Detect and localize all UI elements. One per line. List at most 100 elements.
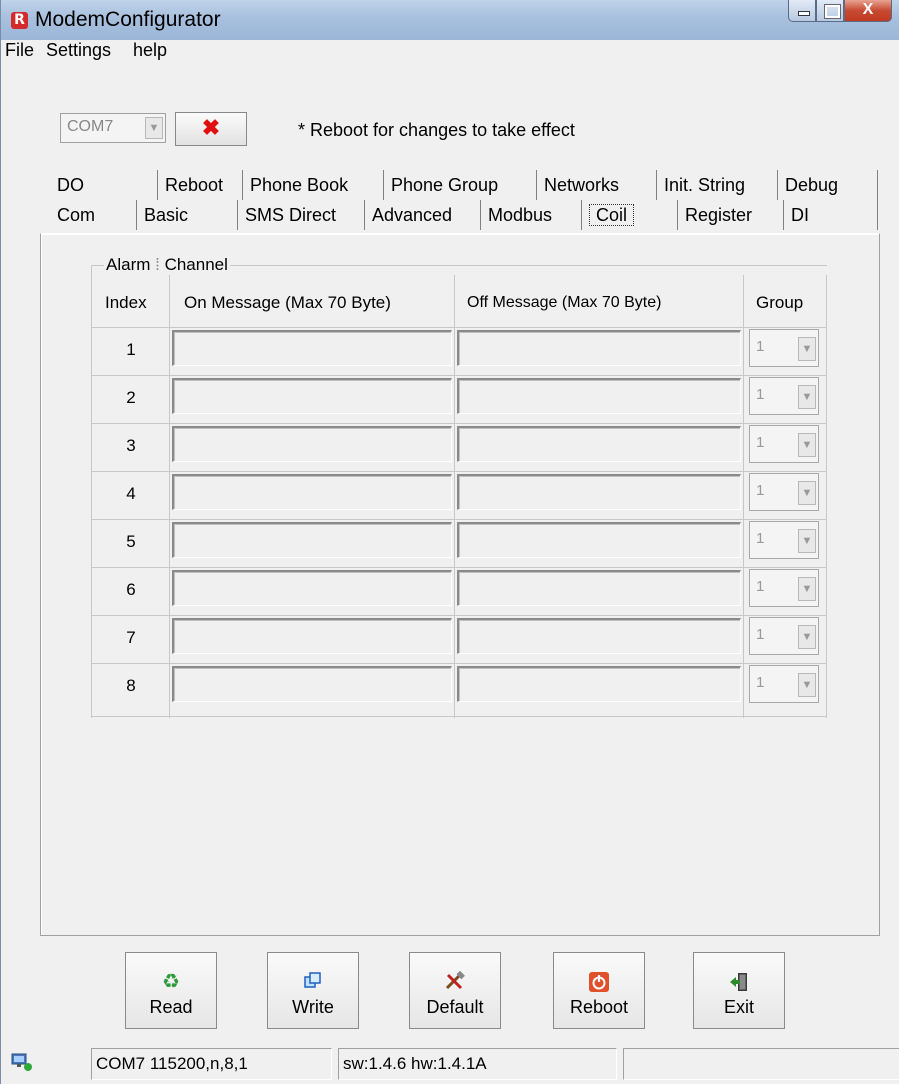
tab-di[interactable]: DI	[783, 200, 878, 230]
com-port-value: COM7	[67, 118, 114, 135]
menu-settings[interactable]: Settings	[44, 40, 113, 61]
off-message-input-4[interactable]	[457, 474, 741, 510]
column-divider	[826, 275, 827, 718]
tab-phone-group[interactable]: Phone Group	[383, 170, 536, 200]
menu-help[interactable]: help	[131, 40, 169, 61]
row-divider	[92, 471, 826, 472]
column-divider	[743, 275, 744, 718]
row-index-1: 1	[126, 340, 136, 359]
tab-advanced[interactable]: Advanced	[364, 200, 480, 230]
tab-com[interactable]: Com	[50, 200, 136, 230]
title-bar[interactable]: R ModemConfigurator X	[1, 0, 899, 40]
app-window: R ModemConfigurator X File Settings help…	[0, 0, 899, 1084]
com-port-select[interactable]: COM7 ▼	[60, 113, 166, 143]
on-message-input-4[interactable]	[172, 474, 452, 510]
group-select-8[interactable]: 1 ▼	[749, 665, 819, 703]
row-divider	[92, 663, 826, 664]
tab-sms-direct[interactable]: SMS Direct	[237, 200, 364, 230]
chevron-down-icon[interactable]: ▼	[798, 385, 816, 409]
tab-networks[interactable]: Networks	[536, 170, 656, 200]
app-logo-icon: R	[11, 12, 28, 29]
reboot-button[interactable]: Reboot	[553, 952, 645, 1029]
tab-register[interactable]: Register	[677, 200, 783, 230]
legend-alarm: Alarm	[106, 255, 151, 274]
row-divider	[92, 519, 826, 520]
chevron-down-icon[interactable]: ▼	[798, 433, 816, 457]
chevron-down-icon[interactable]: ▼	[798, 673, 816, 697]
read-button[interactable]: ♻ Read	[125, 952, 217, 1029]
chevron-down-icon[interactable]: ▼	[798, 481, 816, 505]
group-value: 1	[756, 386, 765, 403]
window-controls: X	[788, 0, 892, 22]
legend-channel: Channel	[164, 255, 228, 274]
tab-phone-book[interactable]: Phone Book	[242, 170, 383, 200]
tab-coil[interactable]: Coil	[581, 200, 677, 230]
row-index-2: 2	[126, 388, 136, 407]
group-value: 1	[756, 482, 765, 499]
off-message-input-7[interactable]	[457, 618, 741, 654]
chevron-down-icon[interactable]: ▼	[145, 117, 163, 139]
header-off-message: Off Message (Max 70 Byte)	[467, 294, 662, 311]
minimize-button[interactable]	[788, 0, 816, 22]
close-button[interactable]: X	[844, 0, 892, 22]
off-message-input-6[interactable]	[457, 570, 741, 606]
reboot-note: * Reboot for changes to take effect	[298, 120, 575, 140]
off-message-input-1[interactable]	[457, 330, 741, 366]
tab-init-string[interactable]: Init. String	[656, 170, 777, 200]
row-index-5: 5	[126, 532, 136, 551]
header-group: Group	[756, 293, 804, 312]
on-message-input-8[interactable]	[172, 666, 452, 702]
off-message-input-2[interactable]	[457, 378, 741, 414]
copy-icon	[268, 971, 358, 993]
group-value: 1	[756, 338, 765, 355]
network-connection-icon	[11, 1052, 33, 1072]
default-button[interactable]: Default	[409, 952, 501, 1029]
row-index-4: 4	[126, 484, 136, 503]
group-value: 1	[756, 434, 765, 451]
on-message-input-1[interactable]	[172, 330, 452, 366]
row-divider	[92, 327, 826, 328]
header-on-message: On Message (Max 70 Byte)	[184, 293, 391, 312]
column-divider	[454, 275, 455, 718]
group-select-6[interactable]: 1 ▼	[749, 569, 819, 607]
status-version: sw:1.4.6 hw:1.4.1A	[338, 1048, 617, 1080]
on-message-input-2[interactable]	[172, 378, 452, 414]
group-value: 1	[756, 626, 765, 643]
group-select-7[interactable]: 1 ▼	[749, 617, 819, 655]
group-select-3[interactable]: 1 ▼	[749, 425, 819, 463]
tab-reboot[interactable]: Reboot	[157, 170, 242, 200]
group-value: 1	[756, 674, 765, 691]
chevron-down-icon[interactable]: ▼	[798, 625, 816, 649]
row-divider	[92, 716, 826, 717]
disconnect-button[interactable]: ✖	[175, 112, 247, 146]
tab-modbus[interactable]: Modbus	[480, 200, 581, 230]
row-index-3: 3	[126, 436, 136, 455]
write-button[interactable]: Write	[267, 952, 359, 1029]
on-message-input-3[interactable]	[172, 426, 452, 462]
on-message-input-5[interactable]	[172, 522, 452, 558]
group-select-1[interactable]: 1 ▼	[749, 329, 819, 367]
chevron-down-icon[interactable]: ▼	[798, 337, 816, 361]
tab-do[interactable]: DO	[50, 170, 157, 200]
off-message-input-5[interactable]	[457, 522, 741, 558]
tab-basic[interactable]: Basic	[136, 200, 237, 230]
exit-button[interactable]: Exit	[693, 952, 785, 1029]
window-title: ModemConfigurator	[35, 8, 221, 31]
row-divider	[92, 615, 826, 616]
maximize-button[interactable]	[816, 0, 844, 22]
on-message-input-6[interactable]	[172, 570, 452, 606]
exit-door-icon	[694, 971, 784, 993]
menu-bar: File Settings help	[1, 40, 899, 66]
row-divider	[92, 375, 826, 376]
menu-file[interactable]: File	[3, 40, 36, 61]
chevron-down-icon[interactable]: ▼	[798, 529, 816, 553]
group-select-5[interactable]: 1 ▼	[749, 521, 819, 559]
off-message-input-3[interactable]	[457, 426, 741, 462]
off-message-input-8[interactable]	[457, 666, 741, 702]
tab-debug[interactable]: Debug	[777, 170, 878, 200]
status-port: COM7 115200,n,8,1	[91, 1048, 332, 1080]
chevron-down-icon[interactable]: ▼	[798, 577, 816, 601]
on-message-input-7[interactable]	[172, 618, 452, 654]
group-select-4[interactable]: 1 ▼	[749, 473, 819, 511]
group-select-2[interactable]: 1 ▼	[749, 377, 819, 415]
